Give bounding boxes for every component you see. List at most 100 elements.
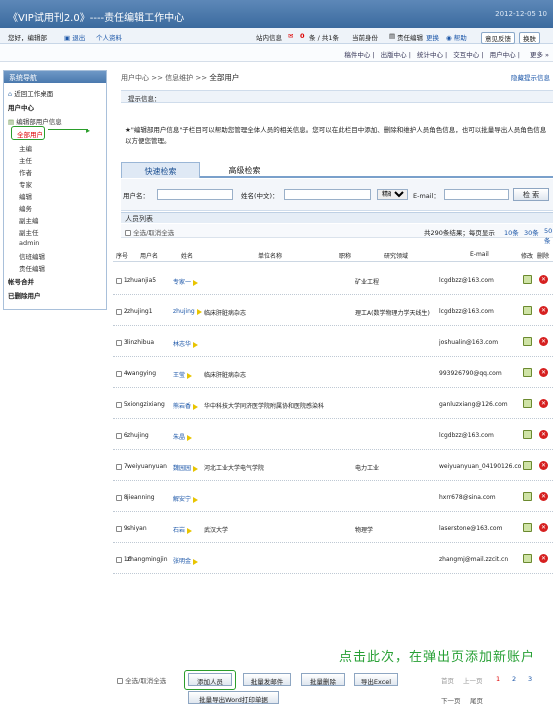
nav-publishing[interactable]: 出版中心	[381, 51, 407, 59]
match-select[interactable]: 精确	[377, 189, 408, 200]
pager-page-3[interactable]: 3	[528, 675, 532, 683]
nav-users[interactable]: 用户中心	[490, 51, 516, 59]
select-all-top[interactable]: 全选/取消全选	[125, 227, 174, 237]
edit-icon[interactable]	[523, 368, 532, 377]
nav-interaction[interactable]: 交互中心	[453, 51, 479, 59]
row-number-cell[interactable]: 4	[116, 370, 128, 377]
sidebar-item-admin[interactable]: admin	[19, 239, 39, 247]
col-name: 姓名	[181, 253, 194, 260]
per-page-10[interactable]: 10条	[504, 227, 519, 237]
delete-icon[interactable]: ✕	[539, 368, 548, 377]
row-number-cell[interactable]: 3	[116, 339, 128, 346]
tab-quick-search[interactable]: 快速检索	[121, 162, 200, 178]
row-number-cell[interactable]: 1	[116, 277, 128, 284]
sidebar-item-credit-editor[interactable]: 信班编辑	[19, 251, 45, 261]
edit-icon[interactable]	[523, 430, 532, 439]
edit-icon[interactable]	[523, 306, 532, 315]
export-word-button[interactable]: 批量导出Word打印单据	[188, 691, 279, 704]
row-number-cell[interactable]: 6	[116, 432, 128, 439]
edit-icon[interactable]	[523, 461, 532, 470]
col-unit: 单位名称	[258, 253, 283, 260]
delete-icon[interactable]: ✕	[539, 275, 548, 284]
name-input[interactable]	[284, 189, 371, 200]
pager-next[interactable]: 下一页	[441, 695, 461, 705]
sidebar-item-editor[interactable]: 编辑	[19, 191, 32, 201]
sidebar-account-merge[interactable]: 帐号合并	[8, 276, 34, 286]
logout-link[interactable]: ▣ 退出	[64, 32, 85, 42]
nav-more[interactable]: 更多 »	[526, 51, 549, 59]
delete-icon[interactable]: ✕	[539, 492, 548, 501]
row-number-cell[interactable]: 8	[116, 494, 128, 501]
add-user-button[interactable]: 添加人员	[188, 673, 232, 686]
sidebar-user-center[interactable]: 用户中心	[8, 102, 34, 112]
edit-icon[interactable]	[523, 523, 532, 532]
row-checkbox	[116, 556, 122, 563]
sidebar-item-all-users[interactable]: 全部用户	[11, 126, 45, 140]
per-page-30[interactable]: 30条	[524, 227, 539, 237]
sidebar-item-responsible-editor[interactable]: 责任编辑	[19, 263, 45, 273]
delete-icon[interactable]: ✕	[539, 337, 548, 346]
row-checkbox	[116, 432, 122, 439]
row-email: weiyuanyuan_04190126.com	[439, 463, 521, 470]
delete-icon[interactable]: ✕	[539, 430, 548, 439]
delete-icon[interactable]: ✕	[539, 523, 548, 532]
sidebar-edit-dept-info[interactable]: ▤ 编辑部用户信息	[8, 116, 62, 126]
delete-icon[interactable]: ✕	[539, 554, 548, 563]
messages-count[interactable]: 0	[300, 32, 305, 40]
row-number-cell[interactable]: 2	[116, 308, 128, 315]
bulk-mail-button[interactable]: 批量发邮件	[243, 673, 291, 686]
row-name[interactable]: 解安宁	[173, 494, 223, 503]
profile-link[interactable]: 个人资料	[96, 32, 122, 42]
table-row: 10 zhangmingjin 张明金 zhangmj@mail.zzcit.cn ✕	[113, 543, 553, 574]
row-email: zhangmj@mail.zzcit.cn	[439, 556, 509, 563]
sidebar-deleted-users[interactable]: 已删除用户	[8, 290, 41, 300]
row-name[interactable]: 专家一	[173, 277, 223, 286]
mail-icon[interactable]: ✉	[288, 32, 293, 40]
edit-icon[interactable]	[523, 399, 532, 408]
nav-manuscripts[interactable]: 稿件中心	[344, 51, 370, 59]
pager-page-2[interactable]: 2	[512, 675, 516, 683]
sidebar-item-director[interactable]: 主任	[19, 155, 32, 165]
pager-first[interactable]: 首页	[441, 675, 454, 685]
row-name[interactable]: 张明金	[173, 556, 223, 565]
hide-tips-link[interactable]: 隐藏提示信息	[511, 72, 550, 82]
edit-icon[interactable]	[523, 554, 532, 563]
pager-last[interactable]: 尾页	[470, 695, 483, 705]
edit-icon[interactable]	[523, 337, 532, 346]
edit-icon[interactable]	[523, 275, 532, 284]
feedback-button[interactable]: 意见反馈	[481, 32, 515, 44]
col-delete: 删除	[537, 253, 550, 260]
sidebar-item-affairs[interactable]: 编务	[19, 203, 32, 213]
row-email: laserstone@163.com	[439, 525, 503, 532]
skin-button[interactable]: 换肤	[519, 32, 540, 44]
row-name[interactable]: 林志华	[173, 339, 223, 348]
row-number-cell[interactable]: 7	[116, 463, 128, 470]
tab-advanced-search[interactable]: 高级检索	[205, 162, 284, 178]
delete-icon[interactable]: ✕	[539, 461, 548, 470]
sidebar-item-chief-editor[interactable]: 主编	[19, 143, 32, 153]
edit-icon[interactable]	[523, 492, 532, 501]
delete-icon[interactable]: ✕	[539, 306, 548, 315]
row-number-cell[interactable]: 5	[116, 401, 128, 408]
app-header: 《VIP试用刊2.0》----责任编辑工作中心 2012-12-05 10	[0, 0, 553, 28]
row-number-cell[interactable]: 9	[116, 525, 128, 532]
sidebar-item-author[interactable]: 作者	[19, 167, 32, 177]
pager-page-1[interactable]: 1	[496, 675, 500, 683]
nav-statistics[interactable]: 统计中心	[417, 51, 443, 59]
help-link[interactable]: ◉ 帮助	[446, 32, 467, 42]
select-all-bottom[interactable]: 全选/取消全选	[117, 675, 166, 685]
search-button[interactable]: 检 索	[513, 188, 549, 201]
delete-icon[interactable]: ✕	[539, 399, 548, 408]
per-page-50[interactable]: 50条	[544, 227, 553, 245]
email-input[interactable]	[444, 189, 509, 200]
sidebar-item-deputy-editor[interactable]: 副主编	[19, 215, 39, 225]
sidebar-item-expert[interactable]: 专家	[19, 179, 32, 189]
export-excel-button[interactable]: 导出Excel	[354, 673, 398, 686]
sidebar-item-desktop[interactable]: ⌂ 近回工作桌面	[8, 88, 53, 98]
username-input[interactable]	[157, 189, 233, 200]
pager-prev[interactable]: 上一页	[463, 675, 483, 685]
row-name[interactable]: 朱晶	[173, 432, 223, 441]
sidebar-item-deputy-director[interactable]: 副主任	[19, 227, 39, 237]
bulk-delete-button[interactable]: 批量删除	[301, 673, 345, 686]
change-role-link[interactable]: 更换	[426, 32, 439, 42]
